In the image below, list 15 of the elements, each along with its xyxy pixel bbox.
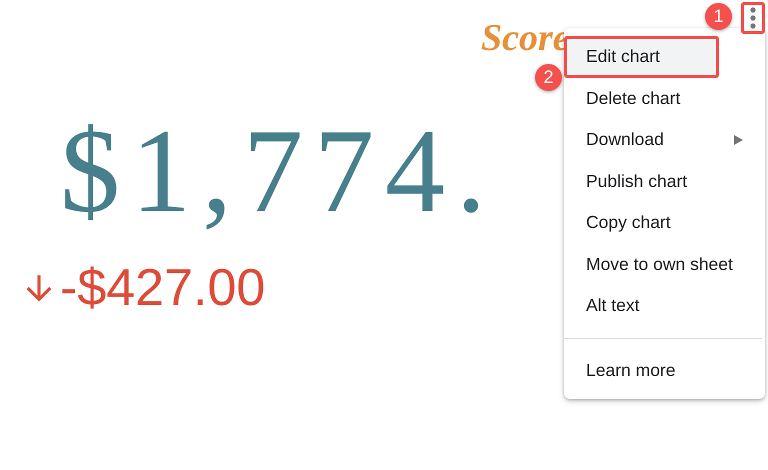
menu-item[interactable]: Download [564, 119, 765, 160]
submenu-arrow-icon [734, 134, 743, 145]
more-options-button[interactable] [741, 2, 765, 34]
menu-item[interactable]: Edit chart [564, 36, 719, 78]
menu-item[interactable]: Alt text [564, 285, 765, 326]
more-vertical-icon [749, 6, 757, 30]
step-badge: 1 [705, 3, 732, 30]
menu-item[interactable]: Copy chart [564, 202, 765, 244]
menu-item[interactable]: Delete chart [564, 78, 765, 119]
menu-item[interactable]: Publish chart [564, 160, 765, 202]
step-badge: 2 [535, 64, 562, 91]
menu-item[interactable]: Move to own sheet [564, 244, 765, 285]
scorecard-value: $1,774. [60, 111, 497, 231]
menu-item[interactable]: Learn more [564, 350, 765, 391]
change-amount: -$427.00 [60, 261, 266, 315]
